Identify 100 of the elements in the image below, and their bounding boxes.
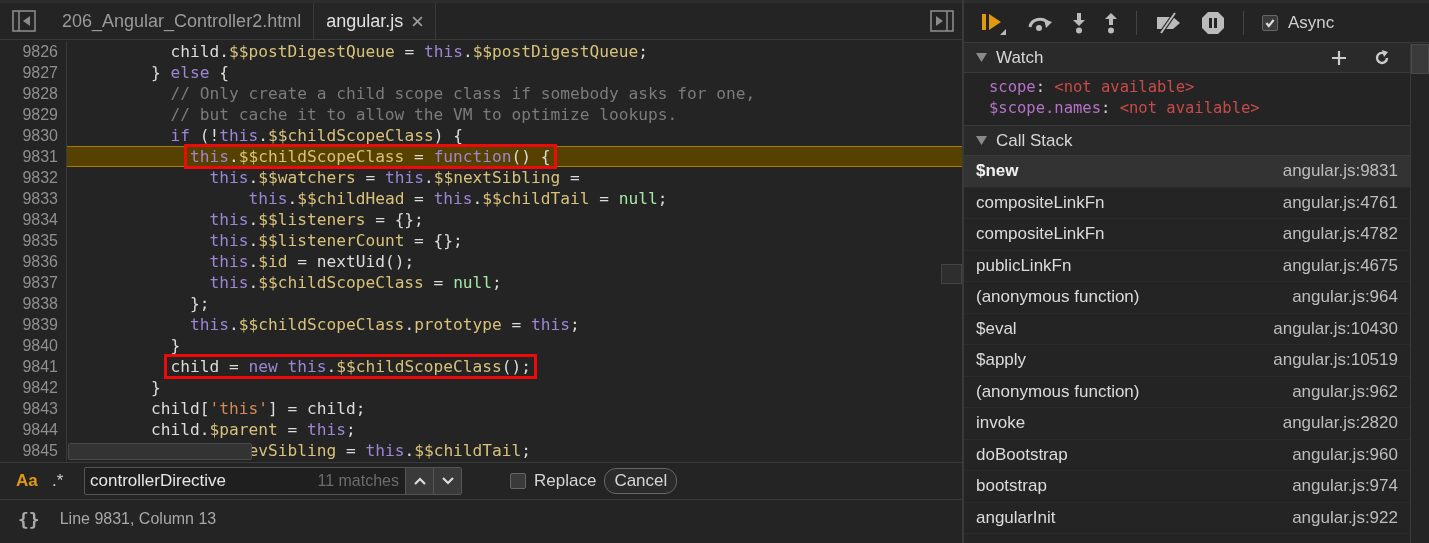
file-tab[interactable]: 206_Angular_Controller2.html (50, 3, 314, 39)
code-line: evSibling = this.$$childTail; (248, 441, 532, 460)
source-location: angular.js:4782 (1282, 224, 1398, 245)
source-location: angular.js:964 (1292, 287, 1398, 308)
code-line: this.$$watchers = this.$$nextSibling = (209, 168, 580, 187)
source-location: angular.js:10519 (1273, 350, 1398, 371)
previous-match-button[interactable] (405, 468, 433, 494)
source-location: angular.js:4761 (1282, 192, 1398, 213)
code-line: this.$$listeners = {}; (209, 210, 424, 229)
call-frame-row[interactable]: doBootstrap angular.js:960 (964, 439, 1410, 471)
code-line: this.$$listenerCount = {}; (209, 231, 463, 250)
pause-on-exceptions-icon[interactable] (1201, 10, 1225, 35)
line-number: 9831 (0, 146, 67, 167)
code-line: } (170, 336, 181, 355)
call-frame-row[interactable]: compositeLinkFn angular.js:4782 (964, 219, 1410, 251)
code-line: } else { (150, 63, 229, 82)
line-number: 9833 (0, 188, 67, 209)
call-frame-row[interactable]: $eval angular.js:10430 (964, 313, 1410, 345)
line-number: 9832 (0, 167, 67, 188)
pretty-print-button[interactable]: {} (18, 508, 40, 530)
replace-label[interactable]: Replace (534, 471, 597, 491)
line-number: 9845 (0, 440, 67, 461)
code-line: // Only create a child scope class if somebody asks for one, (170, 84, 756, 103)
call-frame-row[interactable]: angularInit angular.js:922 (964, 502, 1410, 534)
line-number: 9841 (0, 356, 67, 377)
line-number: 9842 (0, 377, 67, 398)
call-frame-row[interactable]: (anonymous function) angular.js:964 (964, 282, 1410, 314)
watch-expression[interactable]: scope: <not available> (989, 77, 1195, 98)
function-name: $new (976, 161, 1019, 182)
replace-checkbox[interactable] (510, 473, 526, 489)
call-frame-row[interactable]: publicLinkFn angular.js:4675 (964, 250, 1410, 282)
call-frame-row[interactable]: $new angular.js:9831 (964, 156, 1410, 188)
cursor-position: Line 9831, Column 13 (59, 510, 217, 528)
horizontal-scrollbar[interactable] (68, 443, 252, 460)
async-checkbox[interactable] (1262, 14, 1278, 31)
line-number: 9835 (0, 230, 67, 251)
add-icon[interactable] (1331, 49, 1347, 66)
next-match-button[interactable] (433, 468, 461, 494)
line-number: 9837 (0, 272, 67, 293)
code-line: child.$$postDigestQueue = this.$$postDigestQueue; (170, 42, 649, 61)
code-line: child['this'] = child; (150, 399, 366, 418)
refresh-icon[interactable] (1374, 49, 1390, 66)
line-number: 9839 (0, 314, 67, 335)
step-into-icon[interactable] (1072, 11, 1086, 34)
call-stack-header[interactable]: Call Stack (964, 126, 1410, 156)
chevron-up-icon (413, 477, 426, 485)
source-location: angular.js:2820 (1282, 413, 1398, 434)
sidebar-scrollbar[interactable] (1411, 44, 1429, 74)
code-line: this.$$childHead = this.$$childTail = null; (248, 189, 668, 208)
code-line: this.$$childScopeClass = null; (209, 273, 502, 292)
async-label[interactable]: Async (1288, 12, 1335, 33)
call-frame-row[interactable]: invoke angular.js:2820 (964, 408, 1410, 440)
close-icon[interactable] (412, 16, 424, 27)
watch-header[interactable]: Watch (964, 43, 1410, 73)
line-number: 9836 (0, 251, 67, 272)
regex-toggle[interactable]: .* (52, 471, 76, 491)
source-location: angular.js:962 (1292, 381, 1398, 402)
step-out-icon[interactable] (1104, 11, 1118, 34)
call-frame-row[interactable]: $apply angular.js:10519 (964, 345, 1410, 377)
line-number: 9840 (0, 335, 67, 356)
function-name: doBootstrap (976, 444, 1068, 465)
call-frame-row[interactable]: bootstrap angular.js:974 (964, 471, 1410, 503)
source-location: angular.js:960 (1292, 444, 1398, 465)
code-line: this.$id = nextUid(); (209, 252, 415, 271)
code-line: child.$parent = this; (150, 420, 356, 439)
function-name: (anonymous function) (976, 287, 1140, 308)
vertical-scrollbar[interactable] (941, 264, 962, 284)
watch-expression[interactable]: $scope.names: <not available> (989, 98, 1260, 119)
match-case-toggle[interactable]: Aa (16, 471, 40, 491)
source-location: angular.js:9831 (1282, 161, 1398, 182)
source-location: angular.js:10430 (1273, 318, 1398, 339)
line-number: 9843 (0, 398, 67, 419)
search-field[interactable]: controllerDirective 11 matches (84, 467, 462, 495)
function-name: bootstrap (976, 476, 1047, 497)
file-tab[interactable]: angular.js (313, 3, 437, 39)
cancel-button[interactable]: Cancel (604, 468, 678, 494)
function-name: (anonymous function) (976, 381, 1140, 402)
debugger-toggle-icon[interactable] (930, 10, 954, 32)
line-number: 9827 (0, 62, 67, 83)
code-line: } (150, 378, 161, 397)
source-location: angular.js:4675 (1282, 255, 1398, 276)
line-number: 9828 (0, 83, 67, 104)
call-frame-row[interactable]: (anonymous function) angular.js:962 (964, 376, 1410, 408)
navigator-toggle-icon[interactable] (12, 10, 36, 32)
line-number: 9834 (0, 209, 67, 230)
line-number: 9844 (0, 419, 67, 440)
code-line: this.$$childScopeClass.prototype = this; (189, 315, 580, 334)
function-name: $apply (976, 350, 1027, 371)
function-name: publicLinkFn (976, 255, 1072, 276)
line-number: 9830 (0, 125, 67, 146)
line-number: 9838 (0, 293, 67, 314)
code-line: }; (189, 294, 210, 313)
code-line: // but cache it to allow the VM to optimize lookups. (170, 105, 678, 124)
function-name: angularInit (976, 507, 1056, 528)
function-name: invoke (976, 413, 1026, 434)
source-location: angular.js:974 (1292, 476, 1398, 497)
chevron-down-icon (441, 477, 454, 485)
source-location: angular.js:922 (1292, 507, 1398, 528)
function-name: $eval (976, 318, 1017, 339)
call-frame-row[interactable]: compositeLinkFn angular.js:4761 (964, 187, 1410, 219)
